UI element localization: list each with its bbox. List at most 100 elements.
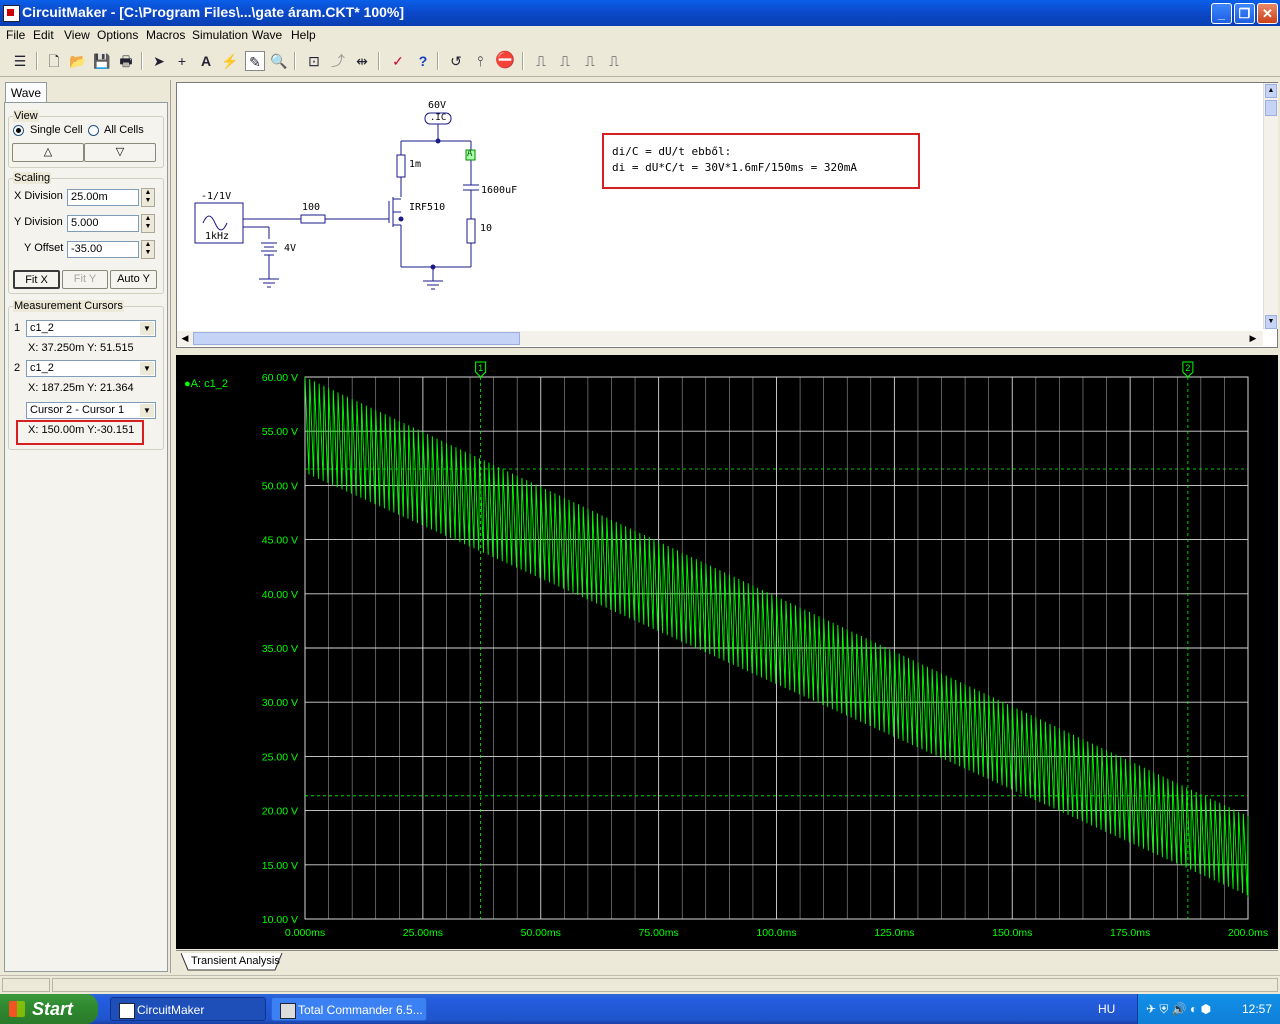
step-icon[interactable]: ⫯ [470,51,490,71]
close-button[interactable]: ✕ [1257,3,1278,24]
schematic-canvas[interactable]: 60V .IC 1m A 1600uF IRF510 100 10 -1/1V … [176,82,1278,348]
view-label: View [13,110,39,122]
chevron-down-icon[interactable]: ▼ [140,322,154,335]
cell-down-button[interactable]: ▽ [84,143,156,162]
cursor1-number: 1 [14,322,21,334]
maximize-button[interactable]: ❐ [1234,3,1255,24]
transient-analysis-label: Transient Analysis [191,955,280,967]
cursor-diff-select[interactable]: Cursor 2 - Cursor 1 ▼ [26,402,156,419]
cursor2-readout: X: 187.25m Y: 21.364 [28,382,134,394]
taskbar: Start CircuitMaker Total Commander 6.5..… [0,994,1280,1024]
menu-edit[interactable]: Edit [33,28,54,42]
stop-icon[interactable]: ⛔ [495,51,515,71]
menu-bar: File Edit View Options Macros Simulation… [0,26,1280,45]
print-icon[interactable]: 🖶 [116,51,136,71]
new-file-icon[interactable]: 🗋 [44,51,64,71]
tab-wave[interactable]: Wave [5,82,47,103]
r100-label: 100 [302,202,321,213]
wire-tool-icon[interactable]: + [172,51,192,71]
x-tick-label: 125.0ms [874,927,914,939]
x-division-field[interactable]: 25.00m [67,189,139,206]
tab-transient-analysis[interactable]: Transient Analysis [181,953,283,971]
y-offset-spinner[interactable]: ▲ ▼ [141,240,155,259]
schematic-drawing [194,112,479,290]
language-indicator[interactable]: HU [1098,1002,1115,1016]
vertical-scrollbar[interactable]: ▲ ▼ [1263,83,1278,329]
menu-options[interactable]: Options [97,28,138,42]
cursor1-select[interactable]: c1_2 ▼ [26,320,156,337]
status-pane-2 [52,978,1278,992]
cursor-1-label: 1 [478,363,483,373]
help-icon[interactable]: ? [413,51,433,71]
fit-y-button[interactable]: Fit Y [62,270,108,289]
tray-icons[interactable]: ✈ ⛨ 🔊 ◐ ⬢ [1146,1002,1211,1017]
text-tool-icon[interactable]: A [196,51,216,71]
horizontal-scroll-thumb[interactable] [193,332,520,345]
cursor2-select[interactable]: c1_2 ▼ [26,360,156,377]
cursor-diff-select-value: Cursor 2 - Cursor 1 [30,404,125,416]
menu-wave[interactable]: Wave [252,28,282,42]
menu-help[interactable]: Help [291,28,316,42]
mirror-icon[interactable]: ⇹ [352,51,372,71]
waveform-viewer[interactable]: 0.000ms 25.00ms 50.00ms 75.00ms 100.0ms 125.0… [176,355,1278,949]
annotation-line1: di/C = dU/t ebből: [612,145,732,158]
y-offset-label: Y Offset [24,242,64,254]
device-toggle-icon[interactable]: ☰ [10,51,30,71]
arrow-tool-icon[interactable]: ➤ [149,51,169,71]
y-division-field[interactable]: 5.000 [67,215,139,232]
x-tick-label: 150.0ms [992,927,1032,939]
scroll-up-button[interactable]: ▲ [1265,84,1277,98]
multi-waveform-icon[interactable]: ⎍ [580,51,600,71]
x-division-spinner[interactable]: ▲ ▼ [141,188,155,207]
title-bar: CircuitMaker - [C:\Program Files\...\gat… [0,0,1280,26]
x-tick-label: 75.00ms [638,927,678,939]
y-offset-field[interactable]: -35.00 [67,241,139,258]
circuitmaker-icon [119,1003,135,1019]
waveform-icon[interactable]: ⎍ [555,51,575,71]
scroll-down-button[interactable]: ▼ [1265,315,1277,329]
y-tick-label: 45.00 V [262,535,298,547]
chevron-down-icon[interactable]: ▼ [140,404,154,417]
open-folder-icon[interactable]: 📂 [68,51,88,71]
cursor1-readout: X: 37.250m Y: 51.515 [28,342,134,354]
horizontal-scrollbar[interactable]: ◀ ▶ [177,331,1263,346]
reset-icon[interactable]: ↺ [446,51,466,71]
scroll-left-button[interactable]: ◀ [178,332,192,345]
rotate-icon[interactable]: ⤴ [328,51,348,71]
probe-a-label[interactable]: A [467,149,472,159]
probe-tool-icon[interactable]: ✎ [245,51,265,71]
save-icon[interactable]: 💾 [92,51,112,71]
all-cells-radio[interactable] [88,125,99,136]
vertical-scroll-thumb[interactable] [1265,100,1277,116]
probe-waveform-icon[interactable]: ⎍ [604,51,624,71]
legend-label[interactable]: ●A: c1_2 [184,378,228,390]
minimize-button[interactable]: _ [1211,3,1232,24]
task-total-commander[interactable]: Total Commander 6.5... [271,997,427,1021]
start-button[interactable]: Start [0,994,98,1024]
r1m-label: 1m [409,159,422,170]
x-tick-label: 25.00ms [403,927,443,939]
toolbar: ☰ 🗋 📂 💾 🖶 ➤ + A ⚡ ✎ 🔍 ⊡ ⤴ ⇹ ✓ ? ↺ ⫯ ⛔ ⎍ … [0,46,1280,77]
y-tick-label: 15.00 V [262,860,298,872]
y-division-spinner[interactable]: ▲ ▼ [141,214,155,233]
auto-y-button[interactable]: Auto Y [110,270,157,289]
cell-up-button[interactable]: △ [12,143,84,162]
menu-simulation[interactable]: Simulation [192,28,248,42]
y-tick-label: 20.00 V [262,806,298,818]
app-icon[interactable] [3,5,20,22]
x-tick-label: 50.00ms [521,927,561,939]
analysis-setup-icon[interactable]: ⎍ [531,51,551,71]
fit-x-button[interactable]: Fit X [13,270,60,289]
waveform-chart[interactable]: 0.000ms 25.00ms 50.00ms 75.00ms 100.0ms 125.0… [176,355,1278,949]
task-circuitmaker[interactable]: CircuitMaker [110,997,266,1021]
menu-file[interactable]: File [6,28,25,42]
chevron-down-icon[interactable]: ▼ [140,362,154,375]
single-cell-radio[interactable] [13,125,24,136]
check-icon[interactable]: ✓ [388,51,408,71]
zoom-fit-icon[interactable]: ⊡ [304,51,324,71]
zoom-tool-icon[interactable]: 🔍 [269,51,289,71]
menu-view[interactable]: View [64,28,90,42]
scroll-right-button[interactable]: ▶ [1246,332,1260,345]
menu-macros[interactable]: Macros [146,28,185,42]
fault-tool-icon[interactable]: ⚡ [220,51,240,71]
